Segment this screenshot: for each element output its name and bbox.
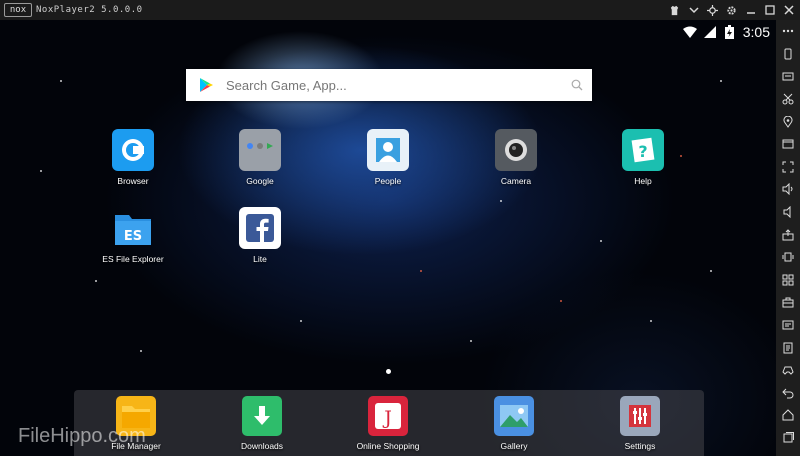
shake-icon[interactable]	[776, 246, 800, 269]
minimize-icon[interactable]	[741, 0, 760, 20]
app-google[interactable]: Google	[215, 129, 305, 186]
star	[650, 320, 652, 322]
home-icon[interactable]	[776, 404, 800, 427]
app-label: Gallery	[500, 441, 528, 451]
app-es-file-explorer[interactable]: ES ES File Explorer	[88, 207, 178, 264]
app-label: Settings	[624, 441, 656, 451]
app-label: Help	[634, 176, 652, 186]
shopping-icon: J	[368, 396, 408, 436]
help-icon: ?	[622, 129, 664, 171]
app-gallery[interactable]: Gallery	[469, 396, 559, 451]
app-settings[interactable]: Settings	[595, 396, 685, 451]
chevron-down-icon[interactable]	[684, 0, 703, 20]
svg-text:ES: ES	[124, 229, 142, 244]
toolbox-icon[interactable]	[776, 291, 800, 314]
volume-down-icon[interactable]	[776, 201, 800, 224]
settings-icon	[620, 396, 660, 436]
screen-icon[interactable]	[776, 133, 800, 156]
recent-apps-icon[interactable]	[776, 427, 800, 450]
gallery-icon	[494, 396, 534, 436]
dock: File Manager Downloads J Online Shopping…	[74, 390, 704, 456]
search-icon[interactable]	[562, 69, 592, 101]
facebook-lite-icon	[239, 207, 281, 249]
star	[470, 340, 472, 342]
gear-icon[interactable]	[722, 0, 741, 20]
app-browser[interactable]: Browser	[88, 129, 178, 186]
google-play-icon	[186, 69, 226, 101]
close-icon[interactable]	[779, 0, 798, 20]
app-label: Online Shopping	[356, 441, 420, 451]
app-label: People	[374, 176, 402, 186]
app-help[interactable]: ? Help	[598, 129, 688, 186]
filehippo-watermark: FileHippo.com	[18, 425, 146, 447]
app-label: Lite	[253, 254, 267, 264]
battery-icon	[723, 25, 737, 39]
es-file-explorer-icon: ES	[112, 207, 154, 249]
star	[710, 270, 712, 272]
fullscreen-icon[interactable]	[776, 156, 800, 179]
star	[500, 200, 502, 202]
multi-instance-icon[interactable]	[776, 269, 800, 292]
star	[560, 300, 562, 302]
star	[720, 80, 722, 82]
install-apk-icon[interactable]	[776, 223, 800, 246]
camera-icon	[495, 129, 537, 171]
app-label: Browser	[117, 176, 149, 186]
controller-icon[interactable]	[776, 359, 800, 382]
macro-icon[interactable]	[776, 314, 800, 337]
status-clock: 3:05	[742, 24, 770, 40]
google-folder-icon	[239, 129, 281, 171]
window-title: NoxPlayer2 5.0.0.0	[36, 5, 143, 15]
title-bar: nox NoxPlayer2 5.0.0.0	[0, 0, 800, 20]
rotate-icon[interactable]	[776, 43, 800, 66]
app-camera[interactable]: Camera	[471, 129, 561, 186]
star	[420, 270, 422, 272]
star	[40, 170, 42, 172]
star	[140, 350, 142, 352]
people-icon	[367, 129, 409, 171]
search-input[interactable]: Search Game, App...	[226, 78, 562, 93]
script-icon[interactable]	[776, 336, 800, 359]
search-bar[interactable]: Search Game, App...	[186, 69, 592, 101]
status-bar: 3:05	[682, 22, 770, 42]
scissors-icon[interactable]	[776, 88, 800, 111]
browser-icon	[112, 129, 154, 171]
star	[95, 280, 97, 282]
nox-toolbar	[776, 20, 800, 456]
svg-text:?: ?	[638, 142, 647, 161]
star	[300, 320, 302, 322]
star	[60, 80, 62, 82]
star	[600, 240, 602, 242]
app-downloads[interactable]: Downloads	[217, 396, 307, 451]
wifi-icon	[682, 25, 697, 39]
svg-text:J: J	[382, 407, 392, 429]
app-people[interactable]: People	[343, 129, 433, 186]
volume-up-icon[interactable]	[776, 178, 800, 201]
app-online-shopping[interactable]: J Online Shopping	[343, 396, 433, 451]
location-icon[interactable]	[776, 110, 800, 133]
maximize-icon[interactable]	[760, 0, 779, 20]
download-icon	[242, 396, 282, 436]
app-label: ES File Explorer	[102, 254, 164, 264]
nox-logo: nox	[4, 3, 32, 17]
pin-icon[interactable]	[703, 0, 722, 20]
signal-icon	[703, 25, 717, 39]
page-indicator	[386, 369, 391, 374]
back-icon[interactable]	[776, 382, 800, 405]
app-label: Downloads	[240, 441, 284, 451]
window-controls	[665, 0, 798, 20]
android-home-screen: 3:05 Search Game, App... Browser Google	[0, 20, 776, 456]
app-label: Camera	[500, 176, 532, 186]
app-label: Google	[246, 176, 274, 186]
more-icon[interactable]	[776, 20, 800, 43]
keyboard-icon[interactable]	[776, 65, 800, 88]
app-facebook-lite[interactable]: Lite	[215, 207, 305, 264]
theme-icon[interactable]	[665, 0, 684, 20]
